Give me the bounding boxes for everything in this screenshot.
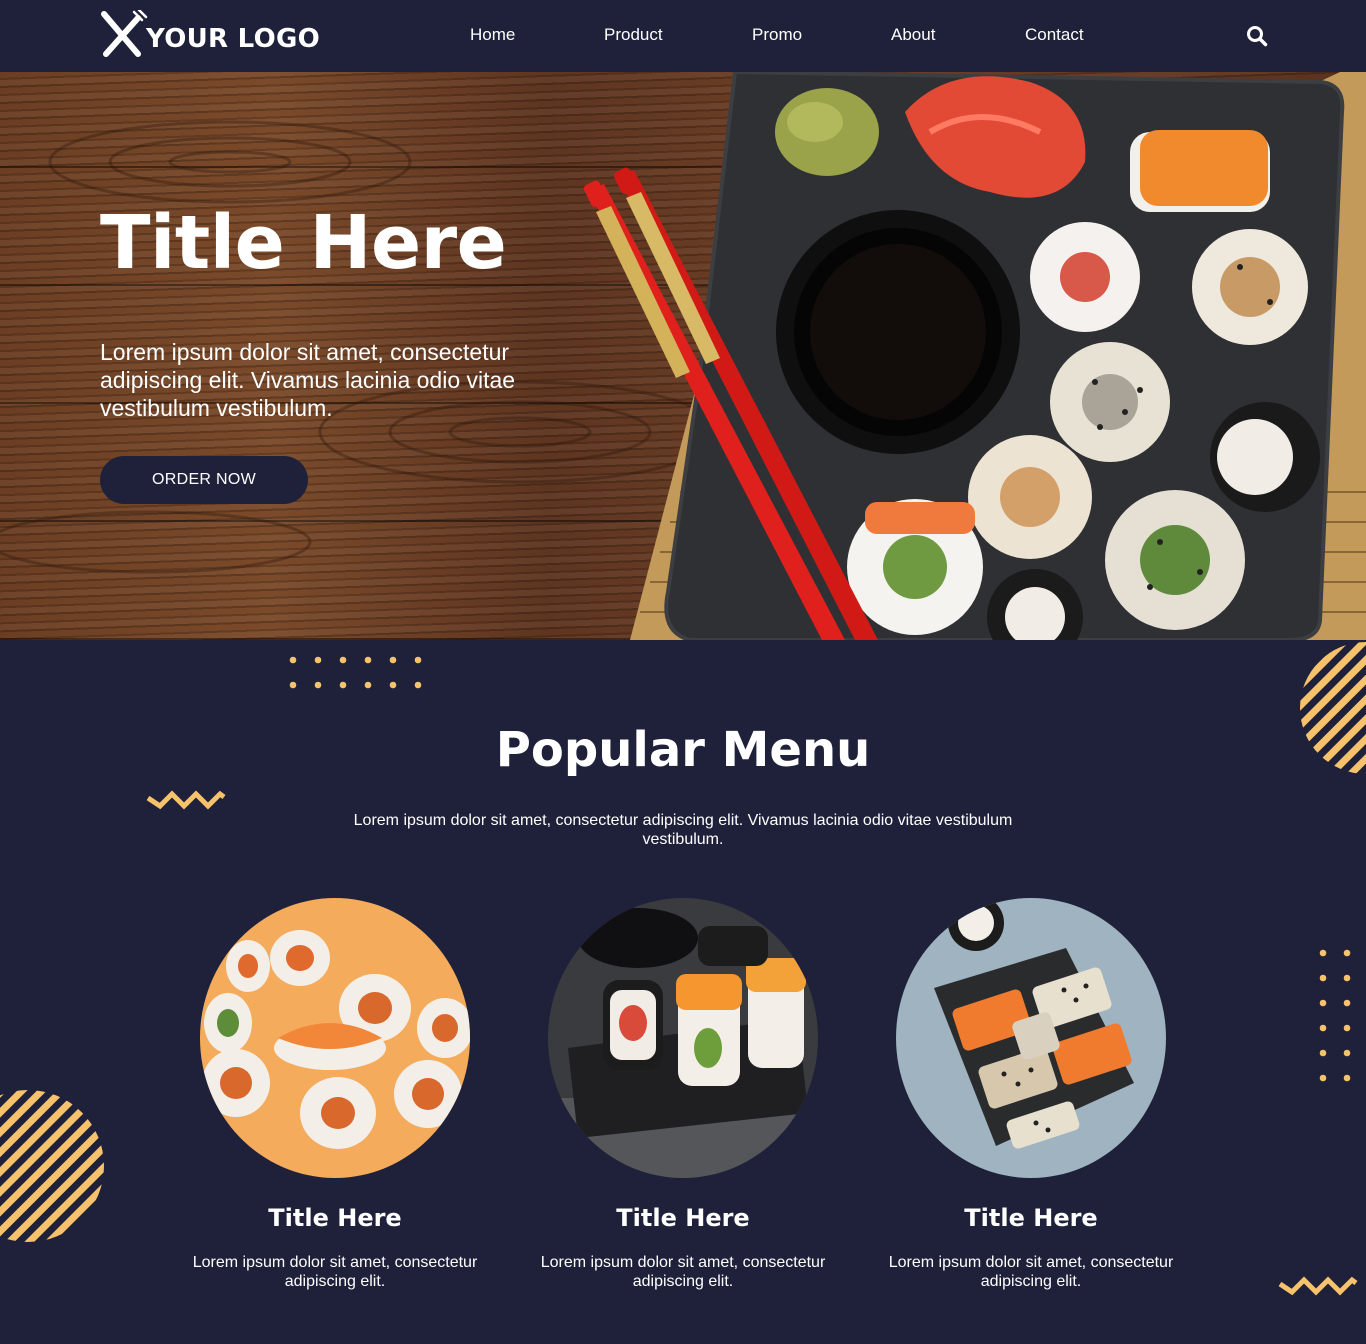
- order-now-button[interactable]: ORDER NOW: [100, 456, 308, 504]
- section-description: Lorem ipsum dolor sit amet, consectetur …: [353, 812, 1013, 848]
- fork-knife-icon: [101, 10, 148, 57]
- nav-promo[interactable]: Promo: [752, 25, 802, 45]
- hero-title: Title Here: [100, 200, 507, 286]
- menu-card-title: Title Here: [964, 1204, 1098, 1232]
- nav-contact[interactable]: Contact: [1025, 25, 1084, 45]
- menu-card-text: Lorem ipsum dolor sit amet, consectetur …: [540, 1254, 826, 1290]
- menu-card-image[interactable]: [896, 898, 1166, 1178]
- menu-card-image[interactable]: [548, 898, 818, 1178]
- top-navigation: YOUR LOGO Home Product Promo About Conta…: [0, 0, 1366, 72]
- dots-decoration: [1319, 949, 1351, 1082]
- hero-description: Lorem ipsum dolor sit amet, consectetur …: [100, 339, 516, 421]
- hero-banner: Title Here Lorem ipsum dolor sit amet, c…: [0, 72, 1366, 640]
- logo[interactable]: YOUR LOGO: [98, 10, 320, 60]
- section-title: Popular Menu: [495, 722, 871, 778]
- menu-card-title: Title Here: [616, 1204, 750, 1232]
- nav-about[interactable]: About: [891, 25, 935, 45]
- menu-card-text: Lorem ipsum dolor sit amet, consectetur …: [192, 1254, 478, 1290]
- menu-card-image[interactable]: [200, 898, 470, 1178]
- menu-card-title: Title Here: [268, 1204, 402, 1232]
- menu-card-text: Lorem ipsum dolor sit amet, consectetur …: [888, 1254, 1174, 1290]
- logo-text: YOUR LOGO: [146, 24, 321, 54]
- zigzag-decoration: [1278, 1276, 1358, 1296]
- striped-circle-decoration: [0, 1090, 104, 1242]
- nav-product[interactable]: Product: [604, 25, 663, 45]
- dots-decoration: [289, 656, 422, 689]
- nav-home[interactable]: Home: [470, 25, 515, 45]
- search-icon[interactable]: [1246, 25, 1268, 47]
- zigzag-decoration: [146, 790, 226, 810]
